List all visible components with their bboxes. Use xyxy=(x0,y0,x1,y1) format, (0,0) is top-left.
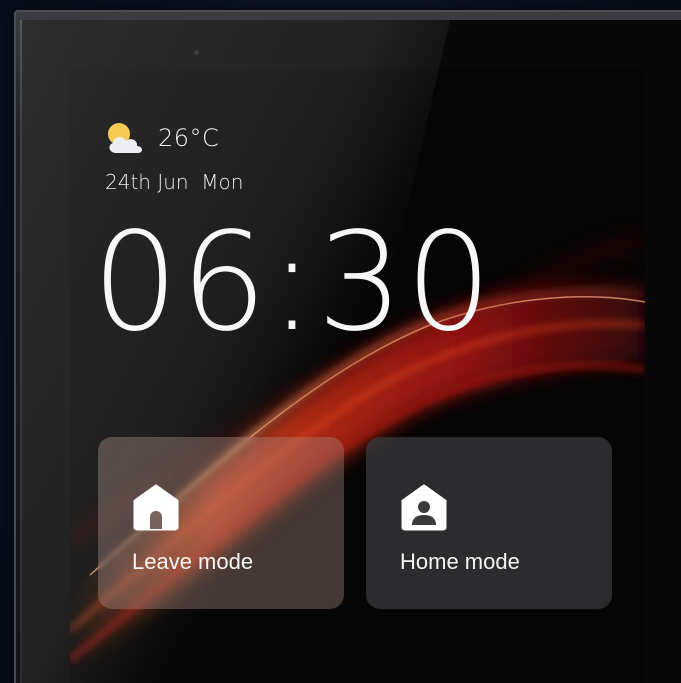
panel-screen: 26°C 24th Jun Mon 06:30 Leave mode Home … xyxy=(70,70,645,683)
home-mode-button[interactable]: Home mode xyxy=(366,437,612,609)
leave-mode-button[interactable]: Leave mode xyxy=(98,437,344,609)
sensor-dot xyxy=(194,50,199,55)
clock-time: 06:30 xyxy=(92,204,494,362)
house-empty-icon xyxy=(133,484,179,531)
house-person-icon xyxy=(401,484,447,531)
home-mode-label: Home mode xyxy=(400,549,520,574)
leave-mode-label: Leave mode xyxy=(132,549,254,574)
scene: 26°C 24th Jun Mon 06:30 Leave mode Home … xyxy=(0,0,681,683)
date-text: 24th Jun Mon xyxy=(105,170,244,194)
weather-row: 26°C xyxy=(102,120,219,156)
temperature-text: 26°C xyxy=(158,124,220,152)
partly-cloudy-icon xyxy=(108,123,143,153)
